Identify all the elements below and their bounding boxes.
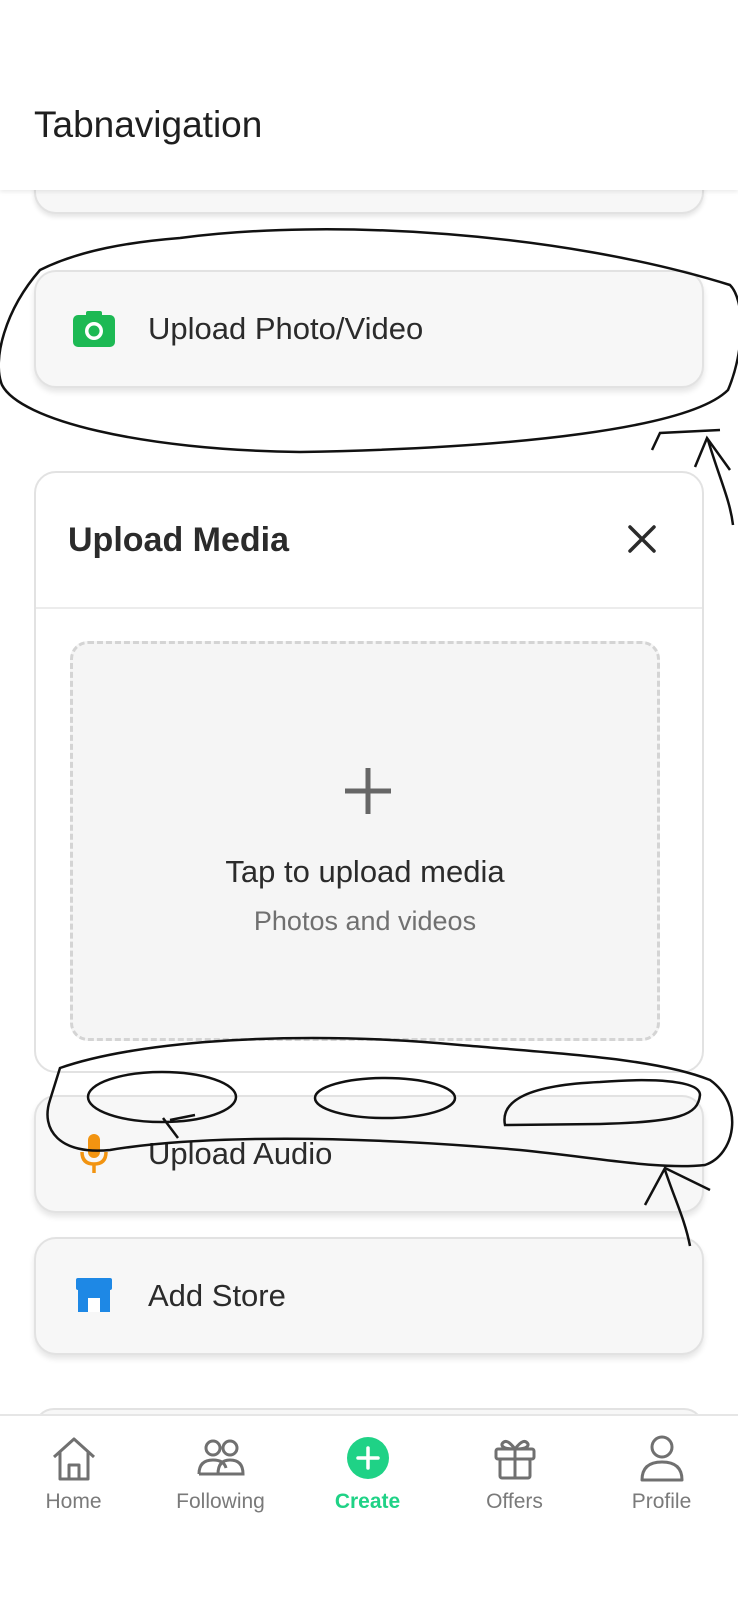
store-icon [72,1274,116,1318]
plus-icon [341,764,395,818]
scroll-content[interactable]: Upload Photo/Video Upload Media Tap to u… [0,150,738,1448]
tab-offers[interactable]: Offers [441,1416,588,1536]
tab-label: Following [176,1490,265,1513]
tab-label: Profile [631,1490,692,1513]
upload-audio-label: Upload Audio [148,1136,333,1171]
upload-media-panel: Upload Media Tap to upload media Photos … [34,471,704,1073]
panel-header: Upload Media [36,473,702,609]
tab-following[interactable]: Following [147,1416,294,1536]
tab-create[interactable]: Create [294,1416,441,1536]
media-dropzone[interactable]: Tap to upload media Photos and videos [70,641,660,1041]
add-circle-icon [342,1432,394,1484]
upload-photo-video-label: Upload Photo/Video [148,311,424,346]
app-header: Tabnavigation [0,0,738,190]
tab-label: Offers [486,1490,543,1513]
gift-icon [489,1432,541,1484]
tab-home[interactable]: Home [0,1416,147,1536]
upload-photo-video-button[interactable]: Upload Photo/Video [34,270,704,388]
tab-profile[interactable]: Profile [588,1416,735,1536]
home-icon [48,1432,100,1484]
tab-label: Create [334,1490,401,1513]
close-icon[interactable] [622,519,662,559]
microphone-icon [72,1132,116,1176]
upload-audio-button[interactable]: Upload Audio [34,1095,704,1213]
bottom-tab-bar: Home Following Create Offers Profile [0,1414,738,1602]
add-store-label: Add Store [148,1278,286,1313]
add-store-button[interactable]: Add Store [34,1237,704,1355]
camera-icon [72,307,116,351]
dropzone-title: Tap to upload media [225,854,505,889]
people-icon [195,1432,247,1484]
page-title: Tabnavigation [34,104,263,145]
panel-title: Upload Media [68,521,290,559]
person-icon [636,1432,688,1484]
tab-label: Home [45,1490,102,1513]
dropzone-subtitle: Photos and videos [253,906,477,936]
